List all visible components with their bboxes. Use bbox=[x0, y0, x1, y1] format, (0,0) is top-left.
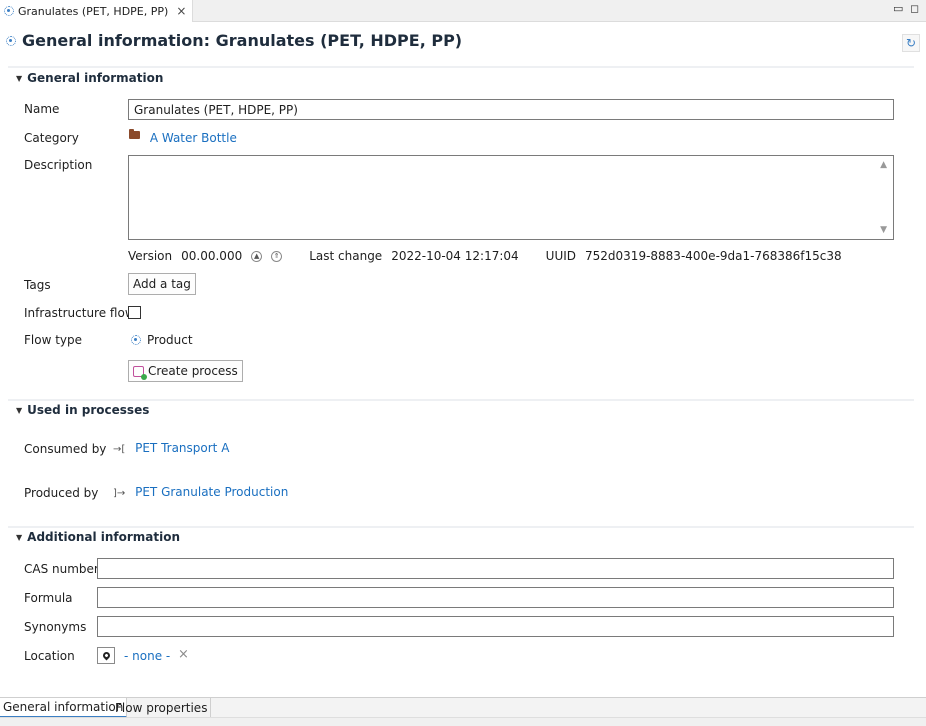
last-change-label: Last change bbox=[309, 249, 383, 263]
consumed-by-link-text[interactable]: PET Transport A bbox=[135, 441, 229, 455]
synonyms-label: Synonyms bbox=[24, 620, 87, 634]
location-pick-button[interactable] bbox=[97, 647, 115, 664]
flow-type-value: Product bbox=[131, 333, 193, 347]
maximize-icon[interactable]: ◻ bbox=[910, 2, 919, 15]
infrastructure-flow-label: Infrastructure flow bbox=[24, 306, 135, 320]
location-label: Location bbox=[24, 649, 75, 663]
map-pin-icon bbox=[101, 650, 111, 661]
version-value: 00.00.000 bbox=[181, 249, 243, 263]
collapse-triangle-icon: ▼ bbox=[16, 405, 23, 415]
description-label: Description bbox=[24, 158, 93, 172]
editor-page-tabs: General information Flow properties bbox=[0, 697, 926, 718]
scroll-down-icon[interactable]: ▼ bbox=[880, 225, 887, 235]
flow-type-label: Flow type bbox=[24, 333, 83, 347]
consumed-by-link[interactable]: →[ PET Transport A bbox=[113, 441, 229, 455]
editor-tab-label: Granulates (PET, HDPE, PP) bbox=[18, 4, 169, 18]
create-process-icon bbox=[133, 365, 147, 380]
description-textarea[interactable]: ▲ ▼ bbox=[128, 155, 894, 240]
section-divider bbox=[8, 526, 914, 528]
uuid-value: 752d0319-8883-400e-9da1-768386f15c38 bbox=[585, 249, 842, 263]
editor-tab-bar: Granulates (PET, HDPE, PP) × ▭ ◻ bbox=[0, 0, 926, 22]
add-tag-button[interactable]: Add a tag bbox=[128, 273, 196, 295]
produced-by-label: Produced by bbox=[24, 486, 99, 500]
name-input[interactable] bbox=[128, 99, 894, 120]
editor-tab[interactable]: Granulates (PET, HDPE, PP) × bbox=[0, 0, 194, 22]
tags-label: Tags bbox=[24, 278, 51, 292]
name-label: Name bbox=[24, 102, 60, 116]
version-label: Version bbox=[128, 249, 173, 263]
tab-flow-properties[interactable]: Flow properties bbox=[112, 698, 212, 718]
page-title-text: General information: Granulates (PET, HD… bbox=[22, 31, 463, 50]
section-general-title: General information bbox=[27, 71, 164, 85]
scroll-up-icon[interactable]: ▲ bbox=[880, 160, 887, 170]
clear-location-icon[interactable]: × bbox=[178, 647, 189, 662]
synonyms-input[interactable] bbox=[97, 616, 894, 637]
category-link-text[interactable]: A Water Bottle bbox=[150, 131, 237, 145]
section-used-title: Used in processes bbox=[27, 403, 150, 417]
uuid-label: UUID bbox=[545, 249, 577, 263]
page-title: General information: Granulates (PET, HD… bbox=[6, 31, 462, 50]
refresh-button[interactable]: ↻ bbox=[902, 34, 920, 52]
consumed-by-label: Consumed by bbox=[24, 442, 107, 456]
minimize-icon[interactable]: ▭ bbox=[893, 2, 903, 15]
category-label: Category bbox=[24, 131, 79, 145]
section-divider bbox=[8, 399, 914, 401]
version-up-icon[interactable]: ▲ bbox=[251, 250, 263, 262]
section-additional-title: Additional information bbox=[27, 530, 181, 544]
produced-by-link-text[interactable]: PET Granulate Production bbox=[135, 485, 288, 499]
version-row: Version 00.00.000 ▲ ⇑ Last change 2022-1… bbox=[128, 249, 842, 263]
flow-type-text: Product bbox=[147, 333, 193, 347]
create-process-label: Create process bbox=[148, 364, 238, 378]
close-icon[interactable]: × bbox=[176, 4, 186, 18]
flow-icon bbox=[4, 6, 14, 16]
section-additional-toggle[interactable]: ▼ Additional information bbox=[16, 530, 180, 544]
collapse-triangle-icon: ▼ bbox=[16, 532, 23, 542]
section-used-toggle[interactable]: ▼ Used in processes bbox=[16, 403, 149, 417]
section-general-toggle[interactable]: ▼ General information bbox=[16, 71, 163, 85]
version-major-up-icon[interactable]: ⇑ bbox=[271, 250, 283, 262]
infrastructure-flow-checkbox[interactable] bbox=[128, 306, 141, 319]
cas-number-label: CAS number bbox=[24, 562, 99, 576]
last-change-value: 2022-10-04 12:17:04 bbox=[391, 249, 519, 263]
folder-icon bbox=[129, 129, 140, 139]
status-bar bbox=[0, 717, 926, 726]
collapse-triangle-icon: ▼ bbox=[16, 73, 23, 83]
formula-input[interactable] bbox=[97, 587, 894, 608]
flow-icon bbox=[6, 35, 16, 46]
location-link[interactable]: - none - bbox=[124, 649, 170, 663]
create-process-button[interactable]: Create process bbox=[128, 360, 243, 382]
produced-by-link[interactable]: ]→ PET Granulate Production bbox=[113, 485, 288, 499]
product-flow-icon bbox=[131, 335, 141, 345]
section-divider bbox=[8, 66, 914, 68]
category-link[interactable]: A Water Bottle bbox=[129, 129, 237, 145]
output-arrow-icon: ]→ bbox=[113, 488, 126, 499]
cas-number-input[interactable] bbox=[97, 558, 894, 579]
tab-general-information[interactable]: General information bbox=[0, 698, 128, 718]
input-arrow-icon: →[ bbox=[113, 444, 126, 455]
formula-label: Formula bbox=[24, 591, 73, 605]
refresh-icon: ↻ bbox=[905, 36, 917, 50]
